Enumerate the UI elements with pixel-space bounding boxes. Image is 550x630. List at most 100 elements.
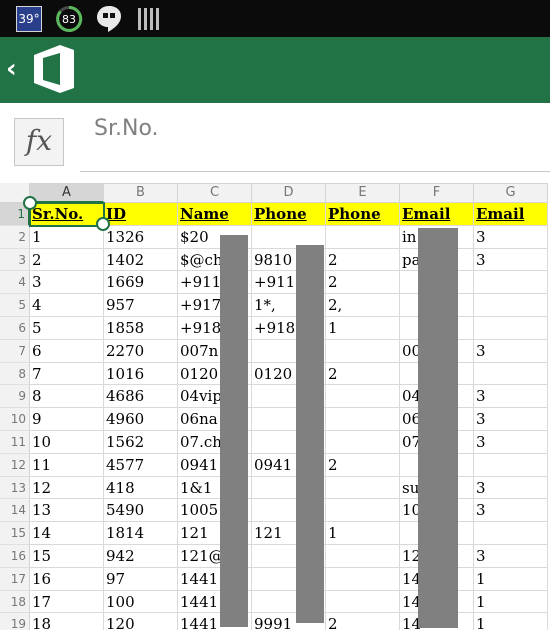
row-header[interactable]: 8 xyxy=(0,362,30,386)
table-cell[interactable]: 2 xyxy=(326,248,400,272)
table-cell[interactable]: 1562 xyxy=(104,431,178,454)
table-cell[interactable]: 4686 xyxy=(104,385,178,409)
table-cell[interactable]: 3 xyxy=(474,431,548,454)
row-header[interactable]: 11 xyxy=(0,431,30,454)
table-cell[interactable]: 100 xyxy=(104,590,178,614)
row-header[interactable]: 17 xyxy=(0,567,30,591)
table-cell[interactable]: 97 xyxy=(104,567,178,591)
table-cell[interactable]: 12 xyxy=(30,476,104,500)
column-header-c[interactable]: C xyxy=(178,183,252,203)
header-cell[interactable]: Sr.No. xyxy=(30,203,104,226)
table-cell[interactable] xyxy=(326,225,400,249)
table-cell[interactable]: 3 xyxy=(474,225,548,249)
row-header[interactable]: 15 xyxy=(0,522,30,545)
row-header[interactable]: 4 xyxy=(0,271,30,295)
table-cell[interactable]: 17 xyxy=(30,590,104,614)
table-cell[interactable]: 11 xyxy=(30,453,104,477)
table-cell[interactable]: 1402 xyxy=(104,248,178,272)
header-cell[interactable]: Phone xyxy=(326,203,400,226)
table-cell[interactable]: 1 xyxy=(326,317,400,340)
table-cell[interactable] xyxy=(326,590,400,614)
table-cell[interactable]: 2 xyxy=(326,271,400,295)
table-cell[interactable]: 10 xyxy=(30,431,104,454)
header-cell[interactable]: ID xyxy=(104,203,178,226)
table-cell[interactable] xyxy=(326,385,400,409)
table-cell[interactable]: 957 xyxy=(104,294,178,317)
spreadsheet-grid[interactable]: A B C D E F G 1 Sr.No. ID Name Phone Phone Email Email… xyxy=(0,183,550,630)
table-cell[interactable]: 2 xyxy=(326,613,400,630)
table-cell[interactable]: 2 xyxy=(326,362,400,386)
column-header-b[interactable]: B xyxy=(104,183,178,203)
row-header[interactable]: 18 xyxy=(0,590,30,614)
row-header[interactable]: 16 xyxy=(0,545,30,568)
table-cell[interactable]: 4960 xyxy=(104,408,178,431)
row-header[interactable]: 7 xyxy=(0,339,30,363)
header-cell[interactable]: Phone xyxy=(252,203,326,226)
header-cell[interactable]: Email xyxy=(474,203,548,226)
table-cell[interactable]: 18 xyxy=(30,613,104,630)
table-cell[interactable] xyxy=(326,339,400,363)
formula-input[interactable]: Sr.No. xyxy=(94,116,159,141)
table-cell[interactable]: 7 xyxy=(30,362,104,386)
row-header[interactable]: 6 xyxy=(0,317,30,340)
table-cell[interactable]: 13 xyxy=(30,499,104,523)
column-header-a[interactable]: A xyxy=(30,183,104,203)
row-header[interactable]: 10 xyxy=(0,408,30,431)
table-cell[interactable]: 2, xyxy=(326,294,400,317)
table-cell[interactable]: 1 xyxy=(474,613,548,630)
table-cell[interactable]: 5 xyxy=(30,317,104,340)
row-header[interactable]: 14 xyxy=(0,499,30,523)
column-header-e[interactable]: E xyxy=(326,183,400,203)
selection-handle-top[interactable] xyxy=(23,196,37,210)
function-button[interactable]: fx xyxy=(14,118,64,166)
row-header[interactable]: 19 xyxy=(0,613,30,630)
table-cell[interactable]: 1 xyxy=(474,590,548,614)
row-header[interactable]: 12 xyxy=(0,453,30,477)
table-cell[interactable]: 4 xyxy=(30,294,104,317)
table-cell[interactable]: 15 xyxy=(30,545,104,568)
table-cell[interactable]: 1669 xyxy=(104,271,178,295)
row-header[interactable]: 5 xyxy=(0,294,30,317)
table-cell[interactable] xyxy=(326,431,400,454)
table-cell[interactable]: 418 xyxy=(104,476,178,500)
table-cell[interactable]: 3 xyxy=(474,385,548,409)
table-cell[interactable]: 1 xyxy=(326,522,400,545)
row-header[interactable]: 13 xyxy=(0,476,30,500)
table-cell[interactable]: 3 xyxy=(474,545,548,568)
table-cell[interactable] xyxy=(474,294,548,317)
table-cell[interactable]: 1016 xyxy=(104,362,178,386)
table-cell[interactable]: 4577 xyxy=(104,453,178,477)
table-cell[interactable]: 3 xyxy=(474,339,548,363)
chevron-left-icon[interactable]: ‹ xyxy=(6,54,17,84)
table-cell[interactable]: 1326 xyxy=(104,225,178,249)
table-cell[interactable]: 8 xyxy=(30,385,104,409)
row-header[interactable]: 2 xyxy=(0,225,30,249)
table-cell[interactable]: 3 xyxy=(474,499,548,523)
table-cell[interactable]: 5490 xyxy=(104,499,178,523)
table-cell[interactable] xyxy=(474,362,548,386)
table-cell[interactable] xyxy=(326,545,400,568)
table-cell[interactable] xyxy=(474,522,548,545)
table-cell[interactable]: 942 xyxy=(104,545,178,568)
table-cell[interactable]: 2270 xyxy=(104,339,178,363)
table-cell[interactable]: 1814 xyxy=(104,522,178,545)
column-header-d[interactable]: D xyxy=(252,183,326,203)
table-cell[interactable]: 1 xyxy=(30,225,104,249)
table-cell[interactable]: 3 xyxy=(474,248,548,272)
table-cell[interactable] xyxy=(326,499,400,523)
column-header-g[interactable]: G xyxy=(474,183,548,203)
table-cell[interactable]: 1858 xyxy=(104,317,178,340)
table-cell[interactable] xyxy=(474,317,548,340)
table-cell[interactable]: 1 xyxy=(474,567,548,591)
table-cell[interactable]: 3 xyxy=(474,408,548,431)
table-cell[interactable]: 2 xyxy=(30,248,104,272)
table-cell[interactable]: 14 xyxy=(30,522,104,545)
selection-handle-bottom[interactable] xyxy=(96,217,110,231)
table-cell[interactable] xyxy=(326,408,400,431)
table-cell[interactable]: 9 xyxy=(30,408,104,431)
table-cell[interactable]: 120 xyxy=(104,613,178,630)
table-cell[interactable]: 3 xyxy=(474,476,548,500)
table-cell[interactable]: 6 xyxy=(30,339,104,363)
table-cell[interactable]: 2 xyxy=(326,453,400,477)
header-cell[interactable]: Name xyxy=(178,203,252,226)
